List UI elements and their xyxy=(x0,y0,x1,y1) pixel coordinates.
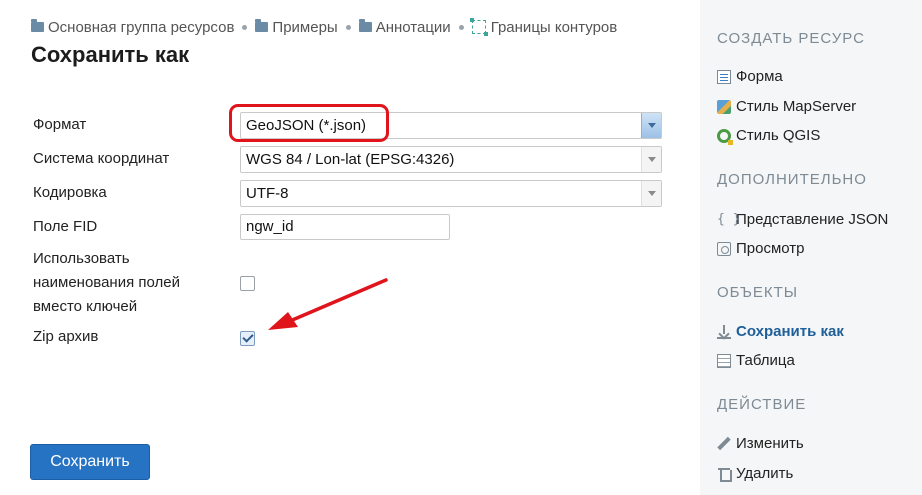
sidebar-heading-extra: ДОПОЛНИТЕЛЬНО xyxy=(717,171,867,188)
sidebar-item-mapserver-style[interactable]: Стиль MapServer xyxy=(717,98,856,115)
sidebar-item-label: Форма xyxy=(736,68,783,85)
sidebar-item-form[interactable]: Форма xyxy=(717,68,783,85)
sidebar-item-save-as[interactable]: Сохранить как xyxy=(717,323,844,340)
breadcrumb: Основная группа ресурсов Примеры Аннотац… xyxy=(31,17,617,37)
sidebar-heading-objects: ОБЪЕКТЫ xyxy=(717,284,799,301)
crs-label: Система координат xyxy=(33,150,170,167)
zip-checkbox[interactable] xyxy=(240,331,255,346)
vector-layer-icon xyxy=(469,18,488,36)
download-icon xyxy=(717,324,731,339)
encoding-select[interactable]: UTF-8 xyxy=(240,180,662,207)
breadcrumb-item-examples[interactable]: Примеры xyxy=(255,18,338,36)
form-icon xyxy=(717,69,731,84)
breadcrumb-separator xyxy=(242,24,248,30)
encoding-select-value: UTF-8 xyxy=(246,185,289,202)
sidebar-item-table[interactable]: Таблица xyxy=(717,352,795,369)
sidebar-item-label: Сохранить как xyxy=(736,323,844,340)
encoding-label: Кодировка xyxy=(33,184,107,201)
sidebar-item-qgis-style[interactable]: Стиль QGIS xyxy=(717,127,821,145)
crs-select-value: WGS 84 / Lon-lat (EPSG:4326) xyxy=(246,151,455,168)
zip-label: Zip архив xyxy=(33,328,99,345)
folder-icon xyxy=(358,19,372,32)
main-content: Основная группа ресурсов Примеры Аннотац… xyxy=(0,0,700,495)
sidebar-item-label: Изменить xyxy=(736,435,804,452)
sidebar-item-label: Удалить xyxy=(736,465,794,482)
mapserver-style-icon xyxy=(717,99,731,114)
display-names-label-line-3: вместо ключей xyxy=(33,298,138,315)
fid-field-value: ngw_id xyxy=(246,218,294,235)
sidebar-item-edit[interactable]: Изменить xyxy=(717,435,804,452)
sidebar-item-preview[interactable]: Просмотр xyxy=(717,240,805,257)
sidebar: СОЗДАТЬ РЕСУРС Форма Стиль MapServer Сти… xyxy=(700,0,922,495)
chevron-down-icon[interactable] xyxy=(641,147,661,172)
breadcrumb-item-root[interactable]: Основная группа ресурсов xyxy=(31,19,234,36)
qgis-icon xyxy=(717,128,733,145)
folder-icon xyxy=(255,19,269,32)
sidebar-heading-create: СОЗДАТЬ РЕСУРС xyxy=(717,30,865,47)
breadcrumb-label: Основная группа ресурсов xyxy=(48,18,235,36)
fid-field[interactable]: ngw_id xyxy=(240,214,450,240)
breadcrumb-separator xyxy=(345,24,351,30)
braces-icon: { } xyxy=(717,211,741,227)
breadcrumb-label: Примеры xyxy=(272,18,338,36)
annotation-arrow-icon xyxy=(268,278,388,330)
sidebar-item-label: Просмотр xyxy=(736,240,805,257)
fid-label: Поле FID xyxy=(33,218,98,235)
pencil-icon xyxy=(717,437,731,451)
folder-icon xyxy=(31,19,44,32)
sidebar-item-delete[interactable]: Удалить xyxy=(717,465,793,482)
chevron-down-icon[interactable] xyxy=(641,113,661,138)
display-names-checkbox[interactable] xyxy=(240,276,255,291)
table-icon xyxy=(717,353,731,368)
save-button[interactable]: Сохранить xyxy=(30,444,150,480)
breadcrumb-label: Границы контуров xyxy=(490,18,618,36)
display-names-label-line-1: Использовать xyxy=(33,250,130,267)
sidebar-item-json-view[interactable]: { } Представление JSON xyxy=(717,211,888,228)
page-title: Сохранить как xyxy=(31,42,190,67)
breadcrumb-item-contours[interactable]: Границы контуров xyxy=(469,18,618,36)
sidebar-heading-action: ДЕЙСТВИЕ xyxy=(717,396,807,413)
preview-icon xyxy=(717,241,731,256)
breadcrumb-label: Аннотации xyxy=(375,18,451,36)
breadcrumb-separator xyxy=(458,24,464,30)
format-label: Формат xyxy=(33,116,87,133)
sidebar-item-label: Представление JSON xyxy=(736,211,889,228)
display-names-label-line-2: наименования полей xyxy=(33,274,180,291)
trash-icon xyxy=(717,467,732,482)
breadcrumb-item-annotations[interactable]: Аннотации xyxy=(358,18,451,36)
sidebar-item-label: Стиль QGIS xyxy=(736,127,821,144)
sidebar-item-label: Стиль MapServer xyxy=(736,98,857,115)
chevron-down-icon[interactable] xyxy=(641,181,661,206)
crs-select[interactable]: WGS 84 / Lon-lat (EPSG:4326) xyxy=(240,146,662,173)
annotation-highlight-box xyxy=(229,104,389,142)
sidebar-item-label: Таблица xyxy=(736,352,795,369)
